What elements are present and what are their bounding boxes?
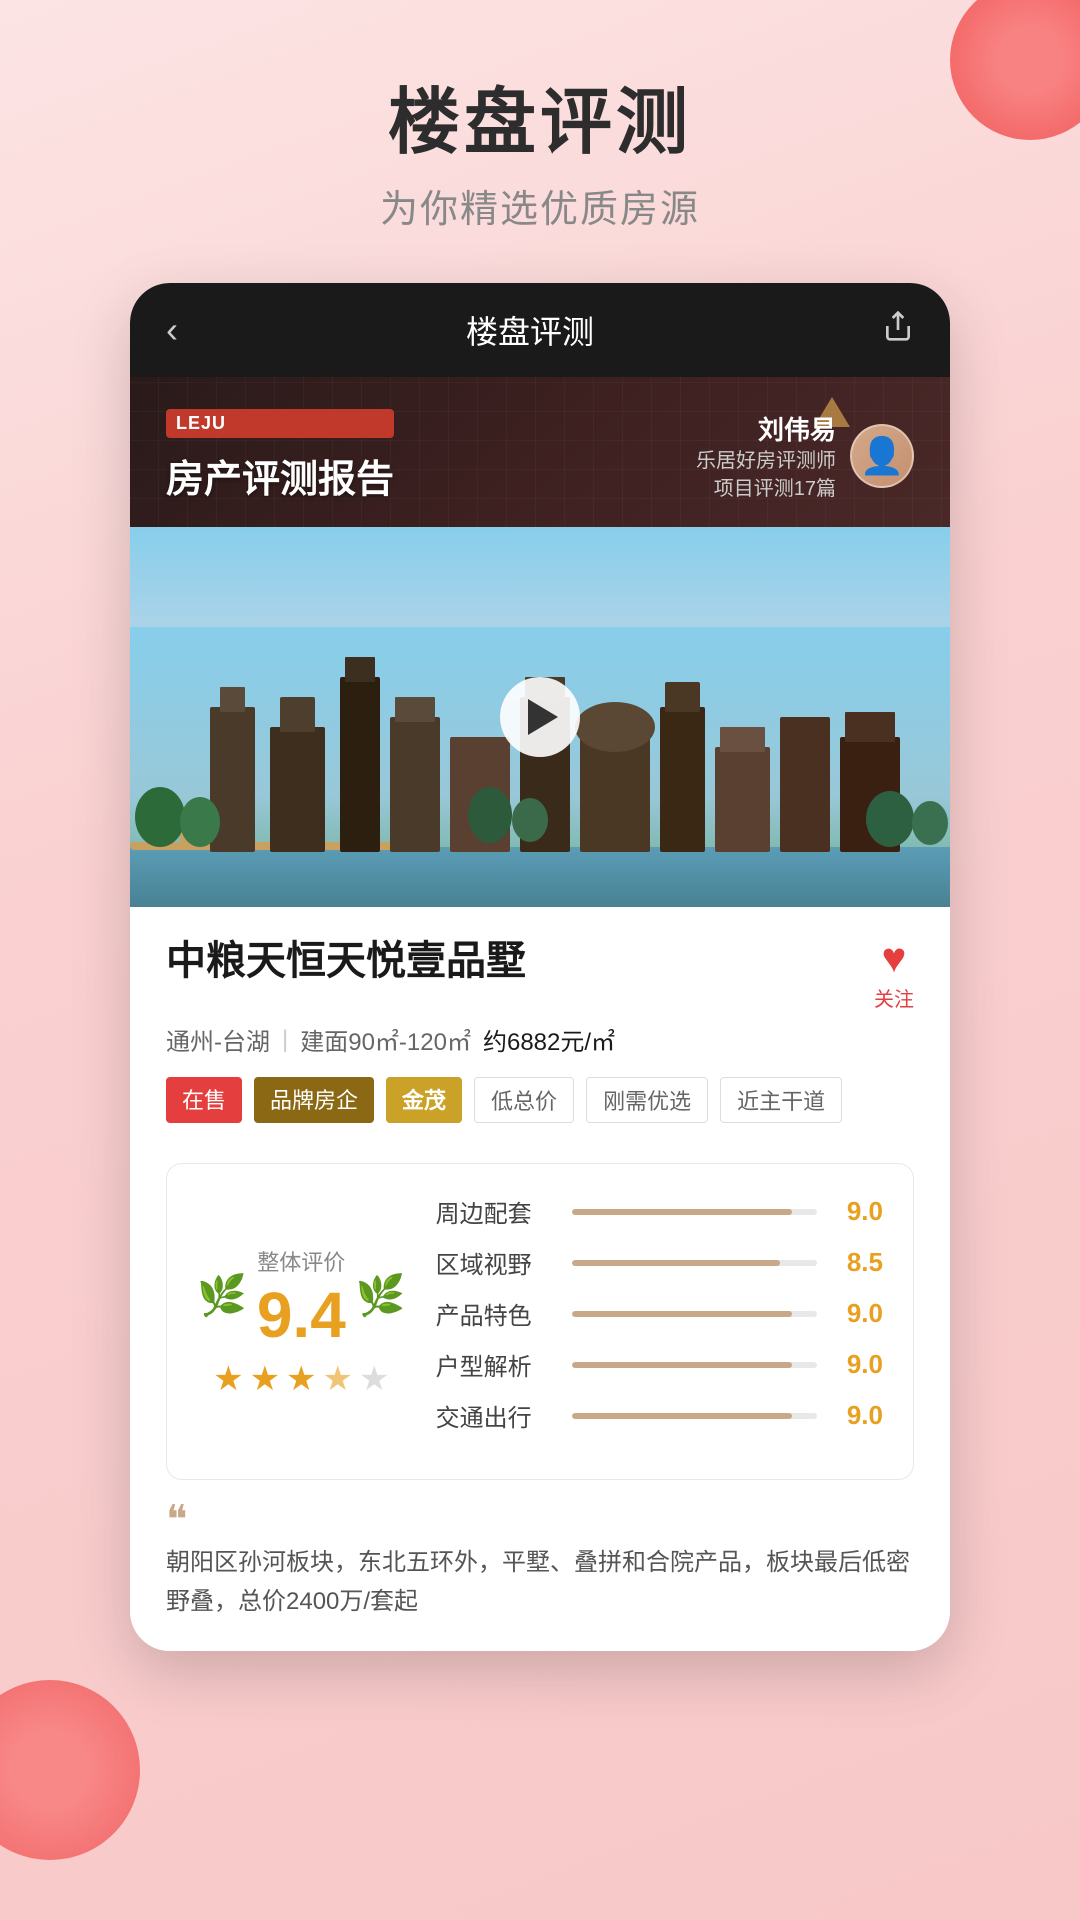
score-bar-fill-4: [572, 1362, 793, 1368]
score-bar-fill-3: [572, 1311, 793, 1317]
overall-score: 🌿 整体评价 9.4 🌿 ★ ★ ★ ★ ★: [197, 1194, 406, 1449]
stars-row: ★ ★ ★ ★ ★: [213, 1359, 389, 1399]
report-header: LEJU 房产评测报告 刘伟易 乐居好房评测师 项目评测17篇 👤: [130, 377, 950, 527]
overall-label: 整体评价: [257, 1245, 346, 1277]
reviewer-name: 刘伟易: [696, 410, 836, 447]
score-label-product: 产品特色: [436, 1296, 556, 1331]
score-bar-track-3: [572, 1311, 817, 1317]
quote-mark: ❝: [166, 1500, 914, 1540]
back-button[interactable]: ‹: [166, 309, 178, 351]
score-item-surroundings: 周边配套 9.0: [436, 1194, 883, 1229]
score-bar-track-4: [572, 1362, 817, 1368]
tags-row: 在售 品牌房企 金茂 低总价 刚需优选 近主干道: [166, 1077, 914, 1123]
score-label-surroundings: 周边配套: [436, 1194, 556, 1229]
laurel-left: 🌿: [197, 1272, 247, 1319]
report-left: LEJU 房产评测报告: [166, 409, 394, 503]
follow-button[interactable]: ♥ 关注: [874, 937, 914, 1012]
score-item-view: 区域视野 8.5: [436, 1245, 883, 1280]
score-val-3: 9.0: [833, 1298, 883, 1329]
header-section: 楼盘评测 为你精选优质房源: [0, 0, 1080, 233]
play-icon: [528, 699, 558, 735]
property-area: 建面90㎡-120㎡: [300, 1022, 471, 1057]
reviewer-info: 刘伟易 乐居好房评测师 项目评测17篇 👤: [696, 410, 914, 503]
meta-divider-1: |: [282, 1026, 288, 1054]
star-1: ★: [213, 1359, 243, 1399]
score-item-layout: 户型解析 9.0: [436, 1347, 883, 1382]
reviewer-role-line1: 乐居好房评测师: [696, 447, 836, 475]
leju-logo: LEJU: [166, 409, 394, 438]
description-text: 朝阳区孙河板块，东北五环外，平墅、叠拼和合院产品，板块最后低密野叠，总价2400…: [166, 1544, 914, 1621]
star-5: ★: [359, 1359, 389, 1399]
star-4: ★: [323, 1359, 353, 1399]
property-location: 通州-台湖: [166, 1022, 270, 1057]
reviewer-text: 刘伟易 乐居好房评测师 项目评测17篇: [696, 410, 836, 503]
tag-sale: 在售: [166, 1077, 242, 1123]
laurel-right: 🌿: [356, 1272, 406, 1319]
score-bar-fill-5: [572, 1413, 793, 1419]
score-item-product: 产品特色 9.0: [436, 1296, 883, 1331]
description-teaser: ❝ 朝阳区孙河板块，东北五环外，平墅、叠拼和合院产品，板块最后低密野叠，总价24…: [130, 1500, 950, 1651]
heart-icon: ♥: [882, 937, 907, 979]
score-display: 9.4: [257, 1283, 346, 1347]
score-bar-track-2: [572, 1260, 817, 1266]
property-name: 中粮天恒天悦壹品墅: [166, 937, 526, 985]
play-button[interactable]: [500, 677, 580, 757]
rating-section: 🌿 整体评价 9.4 🌿 ★ ★ ★ ★ ★ 周边配套: [166, 1163, 914, 1480]
follow-label: 关注: [874, 983, 914, 1012]
tag-road: 近主干道: [720, 1077, 842, 1123]
star-3: ★: [286, 1359, 316, 1399]
score-val-5: 9.0: [833, 1400, 883, 1431]
property-top: 中粮天恒天悦壹品墅 ♥ 关注: [166, 937, 914, 1012]
report-title: 房产评测报告: [166, 448, 394, 503]
decorative-blob-bottom: [0, 1680, 140, 1860]
reviewer-avatar: 👤: [850, 424, 914, 488]
nav-title: 楼盘评测: [466, 307, 594, 353]
score-label-transport: 交通出行: [436, 1398, 556, 1433]
score-item-transport: 交通出行 9.0: [436, 1398, 883, 1433]
tag-demand: 刚需优选: [586, 1077, 708, 1123]
score-val-2: 8.5: [833, 1247, 883, 1278]
score-breakdown: 周边配套 9.0 区域视野 8.5 产品特色 9.0: [436, 1194, 883, 1449]
score-label-view: 区域视野: [436, 1245, 556, 1280]
main-title: 楼盘评测: [0, 80, 1080, 166]
city-skyline-svg: [130, 627, 950, 907]
property-meta: 通州-台湖 | 建面90㎡-120㎡ 约6882元/㎡: [166, 1022, 914, 1057]
app-nav: ‹ 楼盘评测: [130, 283, 950, 377]
score-val-1: 9.0: [833, 1196, 883, 1227]
tag-low-price: 低总价: [474, 1077, 574, 1123]
score-bar-track-5: [572, 1413, 817, 1419]
score-label-layout: 户型解析: [436, 1347, 556, 1382]
score-number: 9.4: [257, 1283, 346, 1347]
share-icon[interactable]: [882, 310, 914, 350]
score-bar-fill-2: [572, 1260, 781, 1266]
star-2: ★: [250, 1359, 280, 1399]
property-section: 中粮天恒天悦壹品墅 ♥ 关注 通州-台湖 | 建面90㎡-120㎡ 约6882元…: [130, 907, 950, 1143]
sub-title: 为你精选优质房源: [0, 178, 1080, 233]
score-bar-fill-1: [572, 1209, 793, 1215]
score-val-4: 9.0: [833, 1349, 883, 1380]
avatar-face: 👤: [860, 435, 905, 477]
reviewer-role-line2: 项目评测17篇: [696, 475, 836, 503]
tag-brand: 品牌房企: [254, 1077, 374, 1123]
score-bar-track-1: [572, 1209, 817, 1215]
property-price: 约6882元/㎡: [483, 1022, 615, 1057]
app-card: ‹ 楼盘评测 LEJU 房产评测报告 刘伟易 乐居好房评测师 项目评测17篇 👤: [130, 283, 950, 1651]
tag-brand-name: 金茂: [386, 1077, 462, 1123]
video-area[interactable]: [130, 527, 950, 907]
